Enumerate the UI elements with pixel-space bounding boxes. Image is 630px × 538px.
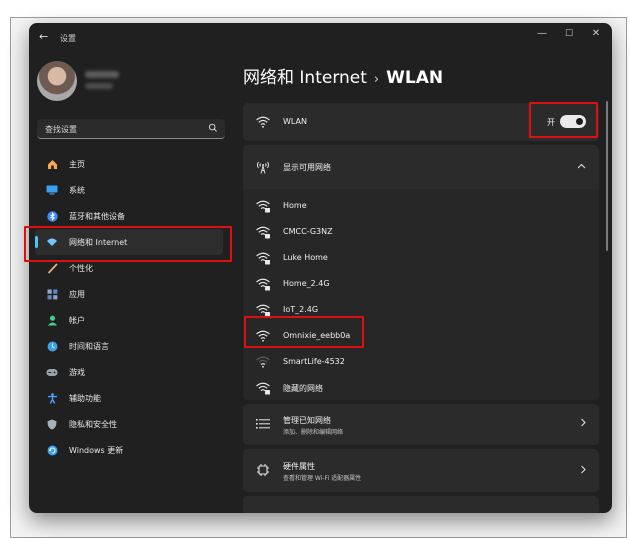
breadcrumb-separator: › bbox=[373, 72, 380, 87]
network-list: Home CMCC-G3NZ Luke Home Home_2.4G IoT_2… bbox=[243, 189, 599, 400]
sidebar-item-privacy[interactable]: 隐私和安全性 bbox=[35, 411, 223, 437]
time-language-icon bbox=[39, 341, 65, 352]
list-item[interactable]: SmartLife-4532 bbox=[243, 349, 599, 375]
bluetooth-icon bbox=[39, 210, 65, 222]
wifi-secured-icon bbox=[256, 304, 270, 317]
maximize-button[interactable]: ☐ bbox=[559, 29, 579, 39]
scrollbar[interactable] bbox=[606, 101, 608, 251]
sidebar-item-label: 时间和语言 bbox=[69, 341, 109, 351]
sidebar-item-system[interactable]: 系统 bbox=[35, 177, 223, 203]
antenna-icon bbox=[257, 161, 269, 174]
breadcrumb: 网络和 Internet › WLAN bbox=[243, 63, 443, 88]
wifi-weak-icon bbox=[256, 356, 270, 368]
chip-icon bbox=[257, 464, 269, 476]
sidebar-item-windows-update[interactable]: Windows 更新 bbox=[35, 437, 223, 463]
highlight-box-network-nav bbox=[24, 226, 232, 262]
list-item[interactable]: Luke Home bbox=[243, 245, 599, 271]
network-name: CMCC-G3NZ bbox=[283, 227, 333, 236]
sidebar-item-label: 应用 bbox=[69, 289, 85, 299]
sidebar-item-label: 蓝牙和其他设备 bbox=[69, 211, 125, 221]
search-box[interactable]: 查找设置 bbox=[37, 119, 225, 139]
show-available-networks-header[interactable]: 显示可用网络 bbox=[243, 145, 599, 189]
sidebar-item-label: 辅助功能 bbox=[69, 393, 101, 403]
wifi-secured-icon bbox=[256, 278, 270, 291]
minimize-button[interactable]: — bbox=[532, 28, 552, 39]
list-item[interactable]: Home_2.4G bbox=[243, 271, 599, 297]
system-icon bbox=[39, 185, 65, 195]
profile-email-blurred bbox=[85, 83, 113, 89]
available-networks-card: 显示可用网络 Home CMCC-G3NZ Luke Home Home_2.4… bbox=[243, 145, 599, 400]
wifi-secured-icon bbox=[256, 226, 270, 239]
sidebar-item-accounts[interactable]: 帐户 bbox=[35, 307, 223, 333]
network-name: IoT_2.4G bbox=[283, 305, 319, 314]
wifi-secured-icon bbox=[256, 200, 270, 213]
sidebar-nav: 主页 系统 蓝牙和其他设备 网络和 Internet 个性化 应用 帐户 时间和… bbox=[29, 151, 239, 463]
more-settings-card-partial[interactable] bbox=[243, 496, 599, 513]
title-bar: ← 设置 — ☐ ✕ bbox=[29, 23, 612, 53]
chevron-right-icon bbox=[580, 418, 586, 430]
wifi-secured-icon bbox=[256, 252, 270, 265]
sidebar-item-label: 帐户 bbox=[69, 315, 85, 325]
sidebar-item-label: 隐私和安全性 bbox=[69, 419, 117, 429]
page-title: WLAN bbox=[386, 68, 444, 88]
list-icon bbox=[256, 419, 270, 429]
network-name: Luke Home bbox=[283, 253, 328, 262]
home-icon bbox=[39, 159, 65, 170]
network-name: Home_2.4G bbox=[283, 279, 330, 288]
search-input[interactable]: 查找设置 bbox=[45, 124, 77, 135]
hardware-properties-title: 硬件属性 bbox=[283, 462, 315, 471]
hardware-properties-card[interactable]: 硬件属性 查看和管理 Wi-Fi 适配器属性 bbox=[243, 449, 599, 492]
wifi-secured-icon bbox=[256, 382, 270, 395]
wifi-icon bbox=[256, 116, 270, 128]
show-available-networks-label: 显示可用网络 bbox=[283, 163, 331, 172]
hardware-properties-subtitle: 查看和管理 Wi-Fi 适配器属性 bbox=[283, 475, 362, 482]
list-item[interactable]: Home bbox=[243, 193, 599, 219]
sidebar-item-home[interactable]: 主页 bbox=[35, 151, 223, 177]
sidebar-item-accessibility[interactable]: 辅助功能 bbox=[35, 385, 223, 411]
personalization-icon bbox=[39, 263, 65, 274]
network-name: Home bbox=[283, 201, 307, 210]
highlight-box-omnixie-network bbox=[244, 316, 364, 348]
close-button[interactable]: ✕ bbox=[586, 28, 606, 39]
avatar bbox=[37, 61, 77, 101]
sidebar-item-label: Windows 更新 bbox=[69, 445, 124, 455]
list-item[interactable]: 隐藏的网络 bbox=[243, 375, 599, 401]
apps-icon bbox=[39, 289, 65, 300]
back-button[interactable]: ← bbox=[39, 30, 48, 43]
accessibility-icon bbox=[39, 392, 65, 404]
manage-known-networks-card[interactable]: 管理已知网络 添加、删除和编辑网络 bbox=[243, 404, 599, 445]
chevron-up-icon bbox=[577, 162, 586, 172]
gaming-icon bbox=[39, 368, 65, 377]
accounts-icon bbox=[39, 315, 65, 326]
wlan-label: WLAN bbox=[283, 117, 308, 126]
sidebar-item-label: 主页 bbox=[69, 159, 85, 169]
breadcrumb-parent[interactable]: 网络和 Internet bbox=[243, 68, 367, 88]
privacy-shield-icon bbox=[39, 419, 65, 430]
network-name: 隐藏的网络 bbox=[283, 384, 323, 393]
settings-window: ← 设置 — ☐ ✕ 查找设置 主页 系统 蓝牙和其他设备 网络和 Intern… bbox=[29, 23, 612, 513]
sidebar-item-label: 个性化 bbox=[69, 263, 93, 273]
sidebar-item-label: 游戏 bbox=[69, 367, 85, 377]
search-icon bbox=[208, 123, 217, 132]
chevron-right-icon bbox=[580, 465, 586, 477]
sidebar-item-gaming[interactable]: 游戏 bbox=[35, 359, 223, 385]
windows-update-icon bbox=[39, 445, 65, 456]
sidebar-item-apps[interactable]: 应用 bbox=[35, 281, 223, 307]
highlight-box-wlan-toggle bbox=[529, 102, 598, 138]
list-item[interactable]: CMCC-G3NZ bbox=[243, 219, 599, 245]
manage-known-networks-subtitle: 添加、删除和编辑网络 bbox=[283, 429, 344, 436]
sidebar-item-label: 系统 bbox=[69, 185, 85, 195]
sidebar-item-time-language[interactable]: 时间和语言 bbox=[35, 333, 223, 359]
manage-known-networks-title: 管理已知网络 bbox=[283, 416, 331, 425]
network-name: SmartLife-4532 bbox=[283, 357, 345, 366]
window-title: 设置 bbox=[60, 34, 76, 43]
profile-name-blurred bbox=[85, 71, 119, 78]
